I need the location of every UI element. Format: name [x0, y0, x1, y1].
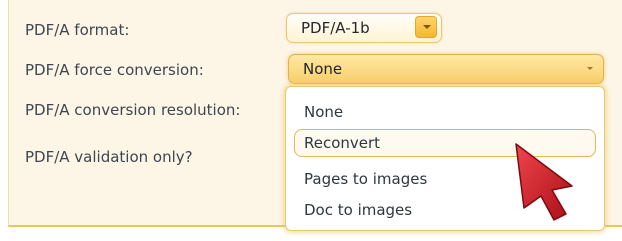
pdfa-conversion-resolution-label: PDF/A conversion resolution:	[25, 101, 241, 119]
chevron-down-icon	[587, 67, 593, 70]
pdfa-format-value: PDF/A-1b	[301, 19, 370, 37]
mouse-pointer-icon	[515, 143, 573, 221]
chevron-down-icon[interactable]	[415, 16, 437, 38]
pdfa-validation-only-label: PDF/A validation only?	[25, 148, 193, 166]
pdfa-format-select[interactable]: PDF/A-1b	[286, 13, 442, 43]
pdfa-format-label: PDF/A format:	[25, 21, 130, 39]
option-none[interactable]: None	[294, 98, 596, 126]
pdfa-force-conversion-label: PDF/A force conversion:	[25, 61, 204, 79]
pdfa-force-conversion-value: None	[303, 60, 343, 78]
pdfa-force-conversion-select[interactable]: None	[288, 54, 604, 84]
